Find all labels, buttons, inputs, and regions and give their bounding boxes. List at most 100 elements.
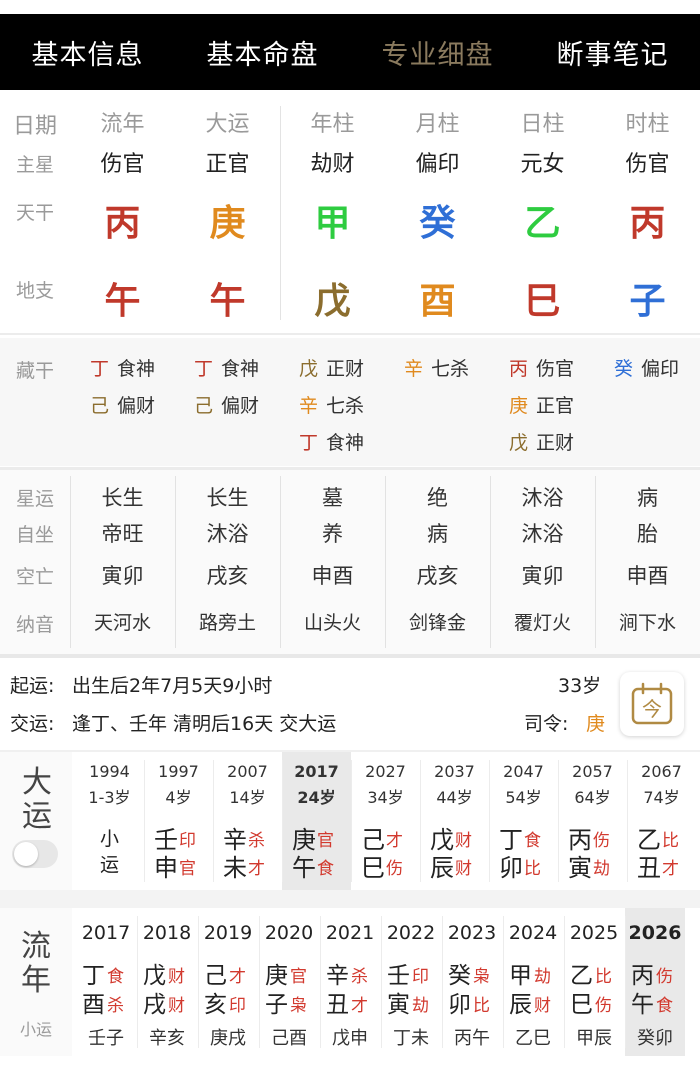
dayun-column[interactable]: 1997 4岁壬印申官 [144, 752, 213, 890]
dayun-strip: 大 运 1994 1-3岁小运 1997 4岁壬印申官 2007 14岁辛杀未才 2017 2… [0, 752, 700, 890]
hidden-stem-entry: 庚正官 [509, 391, 574, 418]
dayun-age: 14岁 [229, 788, 266, 807]
liunian-column[interactable]: 2022 壬印寅劫丁未 [381, 908, 441, 1056]
liunian-column[interactable]: 2018 戊财戌财辛亥 [137, 908, 197, 1056]
hidden-stem-entry: 戊正财 [299, 354, 364, 381]
age-value: 33岁 [558, 675, 602, 697]
liunian-column[interactable]: 2019 己才亥印庚戌 [198, 908, 258, 1056]
liunian-stem-god: 伤 [656, 967, 673, 987]
calendar-icon: 今 [631, 682, 673, 725]
calendar-today-char: 今 [642, 697, 662, 721]
hidden-stem-god: 正官 [536, 395, 575, 417]
liunian-column[interactable]: 2017 丁食酉杀壬子 [76, 908, 136, 1056]
hidden-stem-god: 食神 [117, 358, 156, 380]
liunian-column[interactable]: 2025 乙比巳伤甲辰 [564, 908, 624, 1056]
pillar-main-star: 劫财 [310, 152, 355, 177]
liunian-column[interactable]: 2020 庚官子枭己酉 [259, 908, 319, 1056]
liunian-xiaoyun: 庚戌 [210, 1028, 246, 1049]
hidden-stem-entry: 戊正财 [509, 428, 574, 455]
xiaoyun-char: 小 [99, 828, 119, 850]
pillar-stem: 庚 [209, 203, 246, 244]
hidden-stem-char: 癸 [614, 358, 634, 380]
pillar-stem: 丙 [104, 203, 141, 244]
column-divider [558, 760, 559, 882]
tab-professional-chart[interactable]: 专业细盘 [350, 14, 525, 90]
hidden-stem-god: 七杀 [431, 358, 470, 380]
liunian-branch-god: 印 [229, 996, 246, 1016]
liunian-xiaoyun: 丙午 [454, 1028, 490, 1049]
tab-basic-info[interactable]: 基本信息 [0, 14, 175, 90]
fortune-cell: 长生 [206, 486, 249, 510]
fortune-cell: 山头火 [303, 612, 361, 634]
dayun-column[interactable]: 2007 14岁辛杀未才 [213, 752, 282, 890]
liunian-xiaoyun: 己酉 [271, 1028, 307, 1049]
pillar-stem: 癸 [419, 203, 456, 244]
fortune-cell: 病 [637, 486, 658, 510]
liunian-column[interactable]: 2023 癸枭卯比丙午 [442, 908, 502, 1056]
liunian-year: 2025 [569, 922, 619, 944]
column-divider [198, 916, 199, 1048]
dayun-column[interactable]: 2017 24岁庚官午食 [282, 752, 351, 890]
dayun-branch-god: 才 [248, 859, 265, 879]
liunian-year: 2021 [325, 922, 375, 944]
hidden-stem-entry: 辛七杀 [299, 391, 364, 418]
liunian-column[interactable]: 2026 丙伤午食癸卯 [625, 908, 685, 1056]
liunian-column[interactable]: 2021 辛杀丑才戊申 [320, 908, 380, 1056]
hidden-stem-god: 七杀 [326, 395, 365, 417]
dayun-branch-god: 才 [662, 859, 679, 879]
xiaoyun-toggle[interactable] [12, 840, 58, 868]
fortune-cell: 寅卯 [101, 564, 144, 588]
dayun-side: 大 运 [0, 752, 72, 890]
dayun-column[interactable]: 2037 44岁戊财辰财 [420, 752, 489, 890]
fortune-row-label: 星运 [15, 488, 54, 510]
hidden-stem-char: 己 [194, 395, 214, 417]
today-calendar-button[interactable]: 今 [620, 672, 684, 736]
fortune-cell: 沐浴 [521, 486, 564, 510]
pillar-header: 时柱 [625, 112, 670, 137]
dayun-column[interactable]: 2057 64岁丙伤寅劫 [558, 752, 627, 890]
liunian-branch-god: 伤 [595, 996, 612, 1016]
pillar-main-star: 元女 [520, 152, 565, 177]
column-divider [489, 760, 490, 882]
hidden-stem-char: 己 [90, 395, 110, 417]
hidden-stem-entry: 癸偏印 [614, 354, 679, 381]
dayun-branch: 辰 [430, 854, 454, 882]
hidden-stem-god: 正财 [326, 358, 365, 380]
dayun-branch: 午 [292, 854, 316, 882]
liunian-branch-god: 劫 [412, 996, 429, 1016]
dayun-branch-god: 食 [317, 859, 334, 879]
pillar-grid: 日期 主星 天干 地支 流年 伤官丙午 大运 正官庚午 年柱 劫财甲戊 月柱 偏印癸酉 日柱 元女… [0, 96, 700, 328]
dayun-column[interactable]: 2067 74岁乙比丑才 [627, 752, 696, 890]
fortune-cell: 寅卯 [521, 564, 564, 588]
dayun-stem-god: 杀 [248, 831, 265, 851]
fortune-cell: 病 [427, 522, 448, 546]
liunian-branch: 子 [265, 992, 288, 1018]
fortune-cell: 覆灯火 [513, 612, 571, 634]
tab-notes[interactable]: 断事笔记 [525, 14, 700, 90]
liunian-column[interactable]: 2024 甲劫辰财乙巳 [503, 908, 563, 1056]
dayun-column[interactable]: 2047 54岁丁食卯比 [489, 752, 558, 890]
liunian-xiaoyun: 癸卯 [637, 1028, 673, 1049]
liunian-year: 2019 [203, 922, 253, 944]
liunian-year: 2023 [447, 922, 497, 944]
liunian-branch-god: 食 [656, 996, 673, 1016]
liunian-year: 2024 [508, 922, 558, 944]
start-luck-info: 起运: 出生后2年7月5天9小时 33岁 交运: 逢丁、壬年 清明后16天 交大… [0, 658, 700, 750]
dayun-column[interactable]: 1994 1-3岁小运 [75, 752, 144, 890]
liunian-side: 流 年 小运 [0, 908, 72, 1056]
liunian-strip: 流 年 小运 2017 丁食酉杀壬子 2018 戊财戌财辛亥 2019 己才亥印庚戌 202… [0, 908, 700, 1056]
pillar-stem: 乙 [524, 203, 561, 244]
column-divider [381, 916, 382, 1048]
liunian-stem-god: 财 [168, 967, 185, 987]
separator [0, 333, 700, 335]
liunian-year: 2026 [628, 922, 682, 944]
fortune-cell: 养 [322, 522, 343, 546]
tab-basic-chart[interactable]: 基本命盘 [175, 14, 350, 90]
liunian-branch: 辰 [509, 992, 532, 1018]
liunian-branch: 丑 [326, 992, 349, 1018]
dayun-stem-god: 比 [662, 831, 679, 851]
dayun-column[interactable]: 2027 34岁己才巳伤 [351, 752, 420, 890]
pillar-main-star: 正官 [205, 152, 250, 177]
liunian-branch-god: 比 [473, 996, 490, 1016]
liunian-xiaoyun: 戊申 [332, 1028, 368, 1049]
